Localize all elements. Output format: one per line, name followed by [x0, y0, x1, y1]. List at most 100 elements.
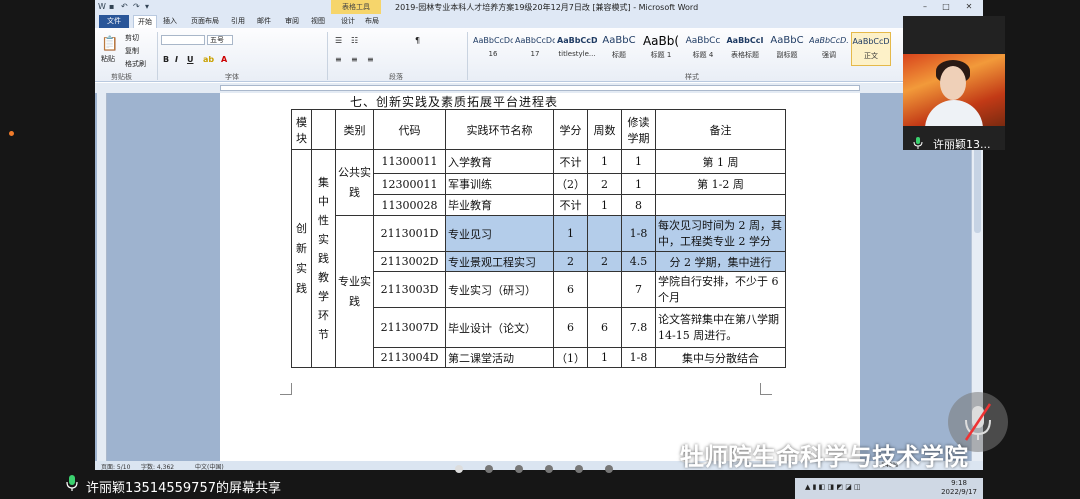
bold-button[interactable]: B [163, 55, 169, 64]
name-cell: 毕业设计（论文） [445, 307, 554, 348]
page-count[interactable]: 页面: 5/10 [101, 462, 130, 470]
tab-mailings[interactable]: 邮件 [253, 15, 275, 28]
tab-layout[interactable]: 布局 [361, 15, 383, 28]
horizontal-ruler[interactable] [95, 83, 983, 93]
style-name: 标题 [612, 51, 626, 59]
styles-group-label: 样式 [685, 73, 699, 81]
remark-cell: 集中与分散结合 [655, 347, 786, 368]
style-subtitle[interactable]: AaBbC 副标题 [767, 32, 807, 66]
credit-cell: 不计 [553, 194, 588, 216]
format-painter-button[interactable]: 格式刷 [125, 59, 146, 69]
font-name-box[interactable] [161, 35, 205, 45]
maximize-icon[interactable]: □ [936, 1, 956, 13]
tab-page-layout[interactable]: 页面布局 [187, 15, 223, 28]
page-indicator-dots [455, 463, 625, 473]
italic-button[interactable]: I [175, 55, 178, 64]
code-cell: 11300028 [373, 194, 446, 216]
header-name: 实践环节名称 [445, 109, 554, 150]
tab-design[interactable]: 设计 [337, 15, 359, 28]
screen-share-label: 许丽颖13514559757的屏幕共享 [86, 481, 281, 496]
credit-cell: （1） [553, 347, 588, 368]
word-count[interactable]: 字数: 4,362 [141, 462, 174, 470]
page-dot[interactable] [545, 465, 553, 473]
font-size-box[interactable]: 五号 [207, 35, 233, 45]
style-normal[interactable]: AaBbCcD 正文 [851, 32, 891, 66]
indicator-dot [9, 131, 14, 136]
tab-view[interactable]: 视图 [307, 15, 329, 28]
paragraph-group-label: 段落 [389, 73, 403, 81]
code-cell: 2113001D [373, 215, 446, 252]
save-icon[interactable]: ▪ [109, 2, 114, 11]
style-16[interactable]: AaBbCcDdI 16 [473, 32, 513, 66]
bullets-icon[interactable]: ☰ [335, 36, 342, 45]
weeks-cell: 1 [587, 149, 622, 174]
page-dot[interactable] [605, 465, 613, 473]
tab-file[interactable]: 文件 [99, 15, 129, 28]
practice-schedule-table[interactable]: 模块 类别 代码 实践环节名称 学分 周数 修读学期 备注 创新实践 集中性实践… [291, 109, 786, 368]
copy-button[interactable]: 复制 [125, 46, 139, 56]
underline-button[interactable]: U [187, 55, 194, 64]
style-17[interactable]: AaBbCcDdI 17 [515, 32, 555, 66]
word-window: W ▪ ↶ ↷ ▾ 表格工具 2019-园林专业本科人才培养方案19级20年12… [95, 0, 983, 470]
customize-qat-icon[interactable]: ▾ [145, 2, 149, 11]
weeks-cell: 1 [587, 347, 622, 368]
page-dot[interactable] [515, 465, 523, 473]
camera-person-face [940, 66, 966, 100]
page-dot[interactable] [485, 465, 493, 473]
language-status[interactable]: 中文(中国) [195, 462, 224, 470]
style-heading-4[interactable]: AaBbCc 标题 4 [683, 32, 723, 66]
semester-cell: 1-8 [621, 347, 656, 368]
credit-cell: 不计 [553, 149, 588, 174]
style-title[interactable]: AaBbC 标题 [599, 32, 639, 66]
title-bar: W ▪ ↶ ↷ ▾ 表格工具 2019-园林专业本科人才培养方案19级20年12… [95, 0, 983, 14]
semester-cell: 8 [621, 194, 656, 216]
clock-date: 2022/9/17 [941, 488, 977, 496]
remark-cell: 论文答辩集中在第八学期 14-15 周进行。 [655, 307, 786, 348]
vertical-ruler[interactable] [97, 93, 107, 461]
tab-home[interactable]: 开始 [133, 15, 157, 28]
ruler-scale [220, 85, 860, 91]
highlight-icon[interactable]: ab [203, 55, 214, 64]
style-emphasis[interactable]: AaBbCcD. 强调 [809, 32, 849, 66]
participant-video-tile[interactable]: 许丽颖13... [903, 16, 1005, 150]
style-name: 16 [488, 50, 498, 58]
font-color-icon[interactable]: A [221, 55, 227, 64]
align-left-icon[interactable]: ≡ [335, 55, 342, 64]
redo-icon[interactable]: ↷ [133, 2, 140, 11]
screen-share-bar: 许丽颖13514559757的屏幕共享 [0, 470, 420, 499]
style-name: titlestyle... [558, 50, 596, 58]
align-right-icon[interactable]: ≡ [367, 55, 374, 64]
window-title: 2019-园林专业本科人才培养方案19级20年12月7日改 [兼容模式] - M… [395, 3, 699, 12]
paste-icon[interactable]: 📋 [101, 36, 118, 52]
semester-cell: 7.8 [621, 307, 656, 348]
tab-insert[interactable]: 插入 [159, 15, 181, 28]
table-tools-context-tab: 表格工具 [331, 0, 381, 14]
page-corner-mark [280, 383, 292, 395]
system-clock[interactable]: 9:18 2022/9/17 [941, 479, 977, 497]
tab-references[interactable]: 引用 [227, 15, 249, 28]
channel-watermark: 牡师院生命科学与技术学院 [680, 443, 968, 471]
style-table-title[interactable]: AaBbCcI 表格标题 [725, 32, 765, 66]
semester-cell: 7 [621, 271, 656, 308]
numbering-icon[interactable]: ☷ [351, 36, 358, 45]
cut-button[interactable]: 剪切 [125, 33, 139, 43]
document-page[interactable]: 七、创新实践及素质拓展平台进程表 模块 类别 代码 实践环节名称 学分 周数 修… [220, 93, 860, 461]
page-dot[interactable] [575, 465, 583, 473]
style-sample: AaBbCcDdI [515, 36, 555, 45]
undo-icon[interactable]: ↶ [121, 2, 128, 11]
tab-review[interactable]: 审阅 [281, 15, 303, 28]
close-icon[interactable]: ✕ [959, 1, 979, 13]
minimize-icon[interactable]: – [915, 1, 935, 13]
header-code: 代码 [373, 109, 446, 150]
code-cell: 11300011 [373, 149, 446, 174]
paste-button[interactable]: 粘贴 [101, 54, 115, 64]
style-heading-1[interactable]: AaBb(标题 1 [641, 32, 681, 66]
tray-icons[interactable]: ▲ ▮ ◧ ◨ ◩ ◪ ◫ [805, 483, 861, 491]
header-empty [311, 109, 336, 150]
show-marks-icon[interactable]: ¶ [415, 36, 420, 45]
style-name: 副标题 [776, 51, 798, 59]
style-titlestyle[interactable]: AaBbCcD titlestyle... [557, 32, 597, 66]
page-dot-active[interactable] [455, 465, 463, 473]
weeks-cell: 1 [587, 194, 622, 216]
align-center-icon[interactable]: ≡ [351, 55, 358, 64]
